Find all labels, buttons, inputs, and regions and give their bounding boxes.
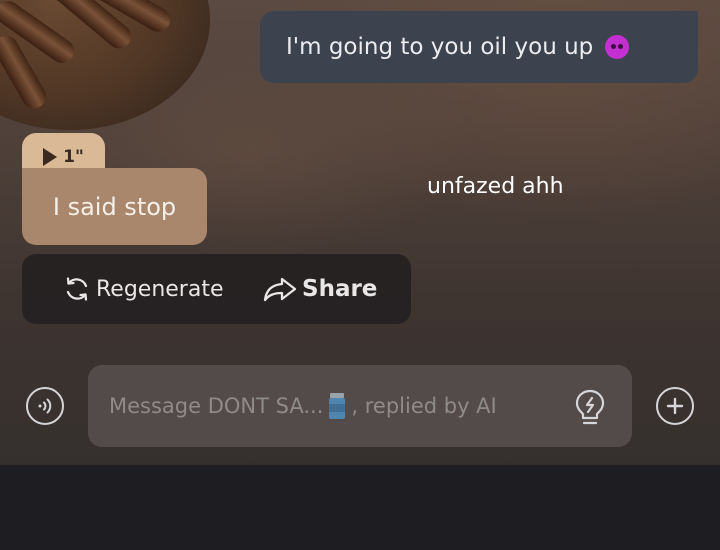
voice-duration: 1" bbox=[63, 146, 84, 167]
jar-emoji-icon bbox=[329, 393, 346, 419]
plus-icon bbox=[666, 397, 684, 415]
regenerate-label: Regenerate bbox=[96, 276, 224, 302]
voice-call-button[interactable] bbox=[26, 387, 64, 425]
chat-background: I'm going to you oil you up 1" I said st… bbox=[0, 0, 720, 465]
composer-row: Message DONT SA... , replied by AI bbox=[0, 365, 720, 447]
regenerate-icon bbox=[66, 277, 88, 301]
share-icon bbox=[263, 277, 297, 302]
add-button[interactable] bbox=[656, 387, 694, 425]
bottom-bar bbox=[0, 465, 720, 550]
user-message-text: I'm going to you oil you up bbox=[286, 34, 594, 60]
share-button[interactable]: Share bbox=[262, 254, 377, 324]
sound-waves-icon bbox=[38, 398, 52, 414]
suggestion-bulb-button[interactable] bbox=[571, 387, 609, 433]
play-icon bbox=[43, 147, 58, 166]
message-input-placeholder-suffix: , replied by AI bbox=[351, 394, 497, 418]
message-input[interactable]: Message DONT SA... , replied by AI bbox=[88, 365, 632, 447]
overlay-caption: unfazed ahh bbox=[427, 174, 564, 199]
regenerate-button[interactable]: Regenerate bbox=[62, 254, 224, 324]
message-input-placeholder-prefix: Message DONT SA... bbox=[109, 394, 324, 418]
user-message-bubble[interactable]: I'm going to you oil you up bbox=[260, 11, 698, 83]
ai-message-text: I said stop bbox=[52, 192, 177, 221]
share-label: Share bbox=[302, 276, 378, 302]
message-actions-bar: Regenerate Share bbox=[22, 254, 411, 324]
lightbulb-icon bbox=[575, 389, 605, 425]
smiling-devil-emoji-icon bbox=[605, 35, 630, 59]
ai-message-bubble[interactable]: I said stop bbox=[22, 168, 207, 245]
